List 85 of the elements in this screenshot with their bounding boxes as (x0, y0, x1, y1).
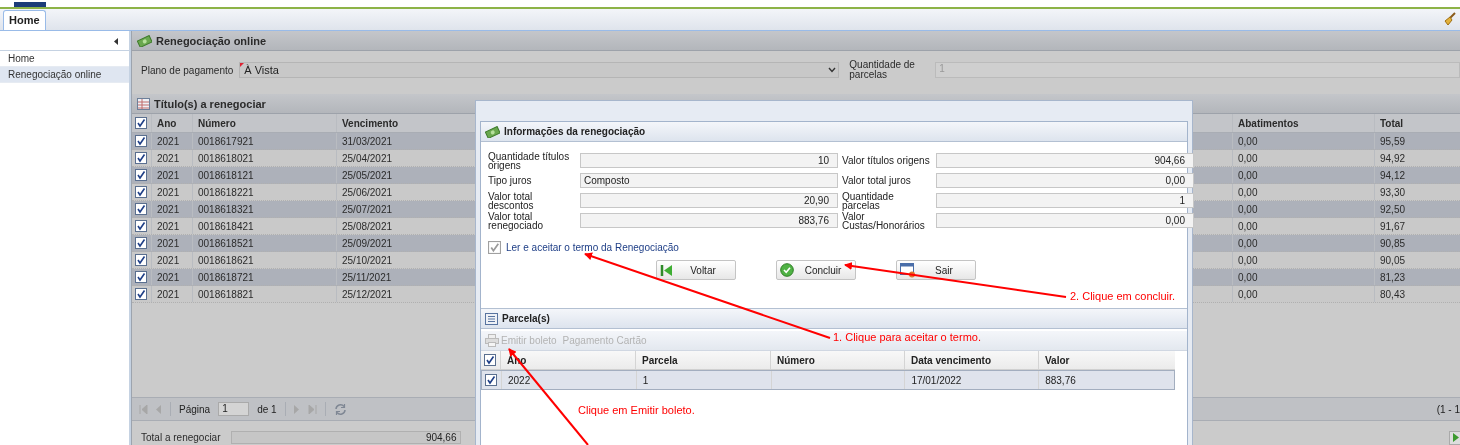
field-label: Total a renegociar (141, 432, 221, 443)
panel-title: Parcela(s) (502, 313, 550, 324)
readonly-field: Composto (580, 173, 838, 188)
table-cell-text: 94,12 (1379, 168, 1407, 183)
table-cell: 0018617921 (193, 133, 337, 149)
panel-title: Renegociação online (156, 34, 267, 47)
table-cell-text: 93,30 (1379, 185, 1407, 200)
table-cell-text: 94,92 (1379, 151, 1407, 166)
annotation-text: Clique em Emitir boleto. (578, 404, 695, 416)
readonly-field: 0,00 (936, 213, 1194, 228)
annotation-text: 1. Clique para aceitar o termo. (833, 331, 981, 343)
table-cell: 2021 (152, 218, 193, 234)
page-label: Página (179, 403, 211, 415)
table-cell: 0018618221 (193, 184, 337, 200)
table-cell: 2021 (152, 184, 193, 200)
table-cell: 2021 (152, 269, 193, 285)
table-cell: 2021 (152, 133, 193, 149)
table-cell: 1 (642, 374, 649, 386)
table-cell-text: 90,05 (1379, 253, 1407, 268)
field-label: Tipo juros (488, 176, 533, 185)
table-cell: 0018618321 (193, 201, 337, 217)
table-cell-text: 80,43 (1379, 287, 1407, 302)
table-cell-text: 90,85 (1379, 236, 1407, 251)
table-cell: 0,00 (1233, 184, 1375, 200)
field-label: Plano de pagamento (141, 64, 234, 76)
sidebar-item[interactable]: Renegociação online (0, 67, 129, 83)
table-cell: 0,00 (1233, 150, 1375, 166)
table-cell: 0018618021 (193, 150, 337, 166)
back-button[interactable]: Voltar (656, 260, 736, 280)
column-header[interactable]: Valor (1039, 351, 1174, 369)
table-cell: 0,00 (1233, 133, 1375, 149)
table-cell: 0018618421 (193, 218, 337, 234)
readonly-field: 0,00 (936, 173, 1194, 188)
page-field[interactable]: 1 (218, 402, 250, 416)
table-cell-text: 91,67 (1379, 219, 1407, 234)
table-cell-text: 81,23 (1379, 270, 1407, 285)
table-cell: 0,00 (1233, 252, 1375, 268)
table-cell: 0,00 (1233, 286, 1375, 302)
readonly-field: 10 (580, 153, 838, 168)
table-cell: 0018618721 (193, 269, 337, 285)
table-cell: 0,00 (1233, 201, 1375, 217)
panel-title: Título(s) a renegociar (154, 97, 266, 110)
record-range: (1 - 1 (1436, 403, 1460, 415)
confirm-button[interactable]: Concluir (776, 260, 856, 280)
table-cell: 0,00 (1233, 167, 1375, 183)
table-cell: 2021 (152, 201, 193, 217)
table-cell: 0018618621 (193, 252, 337, 268)
table-cell: 2021 (152, 235, 193, 251)
table-cell: 0018618821 (193, 286, 337, 302)
table-cell: 2021 (152, 150, 193, 166)
table-cell: 0,00 (1233, 269, 1375, 285)
column-header[interactable]: Número (771, 351, 905, 369)
tab[interactable]: Home (3, 10, 46, 30)
table-row[interactable]: 2022 1 17/01/2022 883,76 (481, 370, 1175, 390)
table-cell: 2022 (507, 374, 531, 386)
readonly-field: 20,90 (580, 193, 838, 208)
table-cell: 883,76 (1045, 374, 1076, 386)
table-cell: 17/01/2022 (911, 374, 962, 386)
table-cell: 2021 (152, 286, 193, 302)
table-cell: 0018618521 (193, 235, 337, 251)
payment-plan-dropdown[interactable]: À Vista (239, 62, 840, 78)
readonly-field: 883,76 (580, 213, 838, 228)
column-header[interactable]: Data vencimento (905, 351, 1039, 369)
table-cell: 0,00 (1233, 218, 1375, 234)
column-header[interactable]: Total (1375, 114, 1460, 132)
column-header[interactable]: Número (193, 114, 337, 132)
total-field: 904,66 (230, 431, 461, 444)
field-label: Valor total juros (842, 176, 912, 185)
table-cell: 2021 (152, 167, 193, 183)
table-cell: 0,00 (1233, 235, 1375, 251)
field-label: Valor títulos origens (842, 156, 931, 165)
column-header[interactable]: Abatimentos (1233, 114, 1375, 132)
table-cell: 0018618121 (193, 167, 337, 183)
table-cell-text: 92,50 (1379, 202, 1407, 217)
exit-button[interactable]: Sair (896, 260, 976, 280)
annotation-text: 2. Clique em concluir. (1070, 290, 1176, 302)
page-count: de 1 (257, 403, 277, 415)
column-header[interactable]: Parcela (636, 351, 771, 369)
column-header[interactable]: Ano (152, 114, 193, 132)
readonly-field: 904,66 (936, 153, 1194, 168)
readonly-field: 1 (936, 193, 1194, 208)
field-label: Quantidade de parcelas (849, 60, 916, 80)
table-cell-text: 95,59 (1379, 134, 1407, 149)
terms-link[interactable]: Ler e aceitar o termo da Renegociação (506, 242, 679, 253)
table-cell: 2021 (152, 252, 193, 268)
